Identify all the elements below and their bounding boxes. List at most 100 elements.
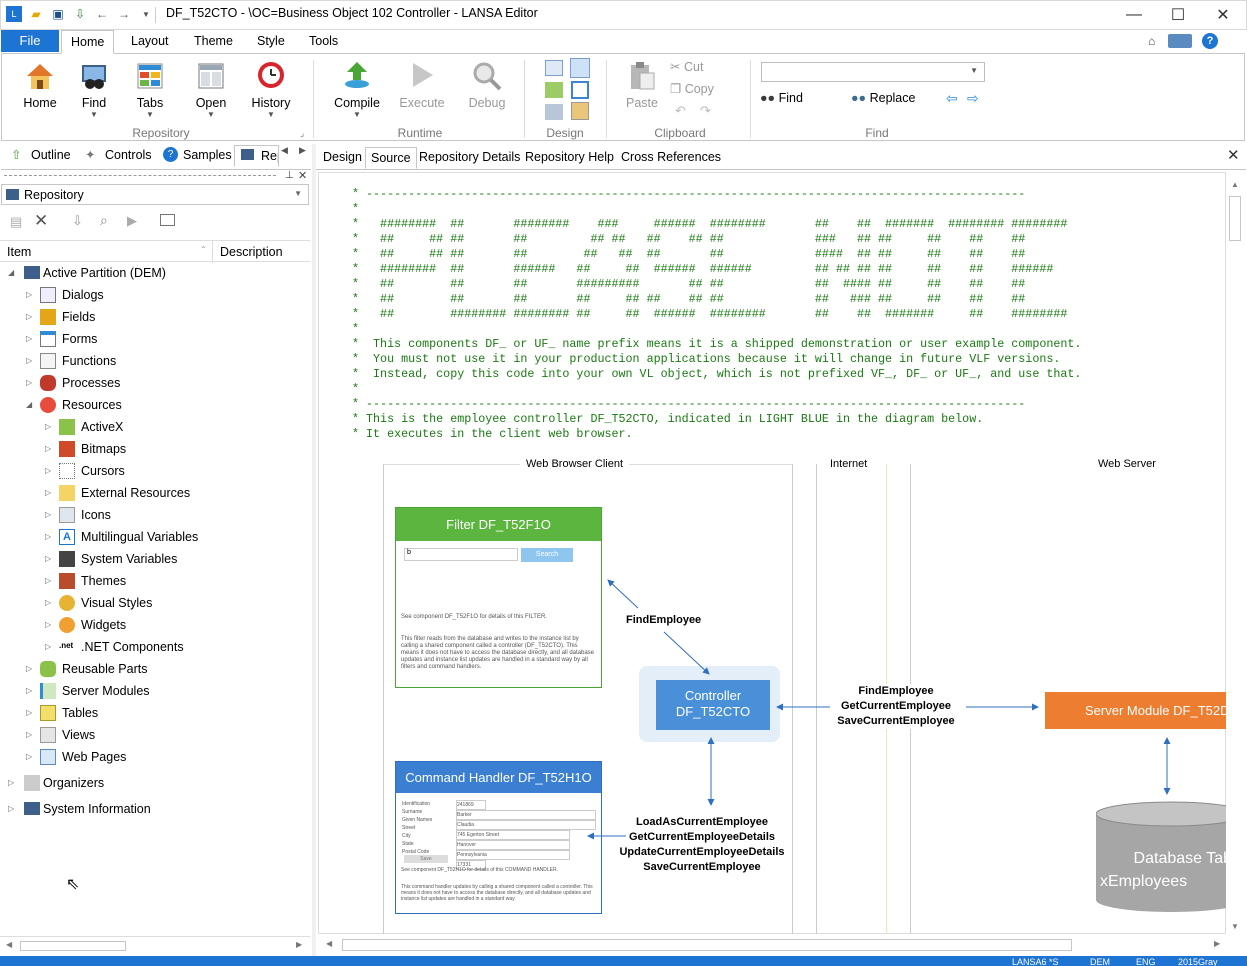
tree-item-tables[interactable]: ▷ Tables [23,703,98,723]
undo-button[interactable]: ↶ [675,103,686,119]
tabs-button[interactable]: Tabs ▼ [128,58,172,122]
collapse-ribbon-icon[interactable]: ⌂ [1148,34,1155,48]
dialog-launcher-icon[interactable]: ⌟ [300,128,304,139]
repository-dropdown[interactable]: Repository ▼ [1,184,309,205]
tree-item-server-modules[interactable]: ▷ Server Modules [23,681,150,701]
find-next-arrow-icon[interactable]: ⇨ [967,90,979,107]
tree-item-visual-styles[interactable]: ▷ Visual Styles [42,593,152,613]
tree-item-system-variables[interactable]: ▷ System Variables [42,549,177,569]
vertical-scroll-thumb[interactable] [1229,196,1241,241]
scroll-up-arrow-icon[interactable]: ▲ [1231,180,1239,189]
design-tool-icon-5[interactable] [545,104,563,120]
design-tool-icon-3[interactable] [545,82,563,98]
replace-button[interactable]: ●● Replace [851,91,915,105]
hscroll-right-arrow-icon[interactable]: ▶ [1214,939,1220,948]
tab-tools[interactable]: Tools [300,30,347,54]
redo-button[interactable]: ↷ [700,103,711,119]
tree-item-functions[interactable]: ▷ Functions [23,351,116,371]
customize-dropdown-icon[interactable]: ▼ [138,6,154,22]
tree-item-processes[interactable]: ▷ Processes [23,373,120,393]
pin-icon[interactable]: ⊥ [285,170,294,181]
execute-button[interactable]: Execute [396,58,448,118]
history-button[interactable]: History ▼ [246,58,296,122]
tree-item-forms[interactable]: ▷ Forms [23,329,97,349]
tree-item-fields[interactable]: ▷ Fields [23,307,95,327]
tab-layout[interactable]: Layout [122,30,178,54]
hscroll-left-arrow-icon[interactable]: ◀ [326,939,332,948]
tab-source[interactable]: Source [365,147,417,169]
source-code[interactable]: * --------------------------------------… [352,187,1081,442]
tab-outline[interactable]: ⇧ Outline [11,145,71,167]
run-icon[interactable]: ▶ [127,213,137,229]
tab-controls[interactable]: ✦ Controls [85,145,152,167]
find-small-button[interactable]: ●● Find [760,91,803,105]
tree-item-net-components[interactable]: ▷ .net .NET Components [42,637,184,657]
minimize-button[interactable]: — [1111,0,1157,30]
tree-item-external-resources[interactable]: ▷ External Resources [42,483,190,503]
tree-item-activex[interactable]: ▷ ActiveX [42,417,123,437]
column-description[interactable]: Description [220,245,283,259]
editor-horizontal-scrollbar[interactable]: ◀ ▶ [318,936,1226,954]
tree-item-multilingual-variables[interactable]: ▷ A Multilingual Variables [42,527,198,547]
delete-icon[interactable]: ✕ [34,211,48,231]
scroll-left-arrow-icon[interactable]: ◀ [6,940,12,949]
column-item[interactable]: Item [7,245,31,259]
network-icon[interactable] [1168,34,1192,48]
tree-item-resources[interactable]: ◢ Resources [23,395,122,415]
debug-button[interactable]: Debug [462,58,512,118]
tab-repository-details[interactable]: Repository Details [414,147,525,169]
design-tool-icon-4[interactable] [571,81,589,99]
tab-repository[interactable]: Rep [234,145,279,167]
search-icon[interactable]: ⌕ [100,212,108,229]
tab-samples[interactable]: ? Samples [163,145,232,167]
tree-item-views[interactable]: ▷ Views [23,725,95,745]
tree-item-cursors[interactable]: ▷ Cursors [42,461,125,481]
copy-button[interactable]: ❐ Copy [670,81,714,96]
compile-button[interactable]: Compile ▼ [330,58,384,122]
design-tool-icon-2[interactable] [570,58,590,78]
tab-style[interactable]: Style [248,30,294,54]
properties-icon[interactable] [160,214,175,226]
scroll-right-arrow-icon[interactable]: ▶ [296,940,302,949]
tree-root[interactable]: ◢ Active Partition (DEM) [4,263,166,283]
tree-item-icons[interactable]: ▷ Icons [42,505,111,525]
home-button[interactable]: Home [16,58,64,118]
help-icon[interactable]: ? [1202,33,1218,49]
tab-design[interactable]: Design [318,147,367,169]
left-horizontal-scrollbar[interactable]: ◀ ▶ [0,936,310,954]
tab-scroll-right[interactable]: ▶ [299,145,306,156]
close-editor-icon[interactable]: ✕ [1227,146,1240,164]
tree-item-organizers[interactable]: ▷ Organizers [4,773,104,793]
close-button[interactable]: ✕ [1200,0,1246,30]
new-icon[interactable]: ▤ [10,214,26,230]
download-icon[interactable]: ⇩ [72,6,88,22]
horizontal-scroll-thumb[interactable] [342,939,1072,951]
forward-arrow-icon[interactable]: → [116,6,132,22]
find-button[interactable]: Find ▼ [72,58,116,122]
scroll-down-arrow-icon[interactable]: ▼ [1231,922,1239,931]
find-previous-arrow-icon[interactable]: ⇦ [946,90,958,107]
close-pane-icon[interactable]: ✕ [298,169,307,182]
maximize-button[interactable]: ☐ [1155,0,1201,30]
find-search-combo[interactable]: ▼ [761,62,985,82]
tree-item-web-pages[interactable]: ▷ Web Pages [23,747,126,767]
tree-item-dialogs[interactable]: ▷ Dialogs [23,285,104,305]
tree-item-themes[interactable]: ▷ Themes [42,571,126,591]
scroll-thumb[interactable] [20,941,126,951]
cut-button[interactable]: ✂ Cut [670,59,703,74]
paste-button[interactable]: Paste [620,58,664,118]
open-folder-icon[interactable]: ▰ [28,6,44,22]
import-icon[interactable]: ⇩ [72,213,83,229]
tree-item-reusable-parts[interactable]: ▷ Reusable Parts [23,659,147,679]
design-tool-icon-1[interactable] [545,60,563,76]
design-tool-icon-6[interactable] [571,102,589,120]
save-icon[interactable]: ▣ [50,6,66,22]
tree-item-bitmaps[interactable]: ▷ Bitmaps [42,439,126,459]
tab-home[interactable]: Home [61,30,115,54]
tab-repository-help[interactable]: Repository Help [520,147,619,169]
open-button[interactable]: Open ▼ [189,58,233,122]
editor-vertical-scrollbar[interactable]: ▲ ▼ [1226,172,1244,934]
tab-scroll-left[interactable]: ◀ [281,145,288,156]
tab-cross-references[interactable]: Cross References [616,147,726,169]
tree-item-system-information[interactable]: ▷ System Information [4,799,151,819]
